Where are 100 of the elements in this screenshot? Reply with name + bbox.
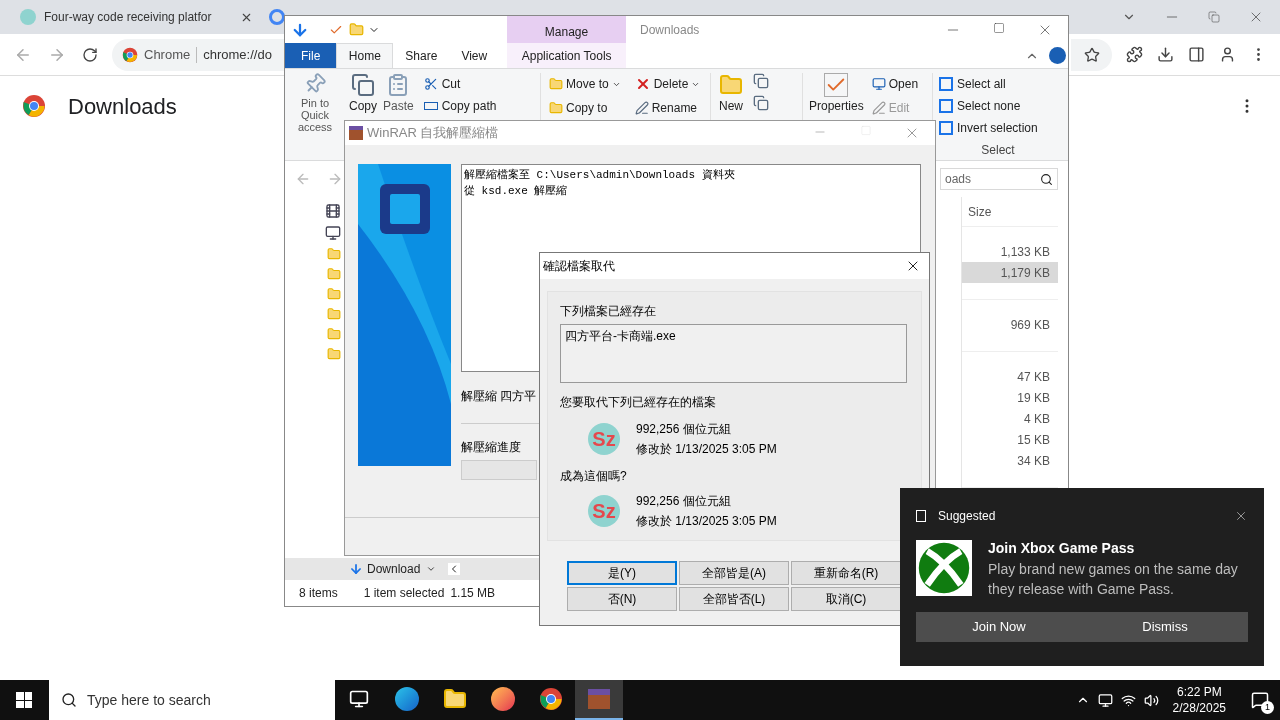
winrar-icon (349, 126, 363, 140)
dialog-button[interactable]: 重新命名(R) (791, 561, 901, 585)
file-size: 992,256 個位元組 (636, 421, 732, 438)
expand-icon[interactable] (426, 564, 437, 574)
easy-access-icon[interactable] (753, 95, 769, 111)
replace-question: 您要取代下列已經存在的檔案 (560, 394, 717, 411)
task-view-icon[interactable] (349, 689, 369, 709)
bookmark-button[interactable] (1071, 38, 1112, 71)
select-option[interactable]: Select all (957, 75, 1006, 93)
search-field[interactable]: oads (940, 168, 1058, 190)
file-modified: 修改於 1/13/2025 3:05 PM (636, 441, 777, 458)
notification-header: Suggested (938, 508, 996, 525)
videos-icon[interactable] (325, 203, 341, 219)
context-tab-group: Manage (544, 23, 589, 41)
copy-button[interactable]: Copy (349, 99, 377, 113)
network-icon[interactable] (1120, 692, 1136, 708)
chrome-logo (22, 94, 46, 118)
site-icon (122, 46, 138, 63)
copy-path-button[interactable]: Copy path (441, 97, 497, 115)
ribbon-tab[interactable]: File (285, 43, 337, 68)
volume-icon[interactable] (1143, 692, 1159, 708)
size-cell-text: 4 KB (1023, 410, 1051, 428)
column-header[interactable]: Size (968, 202, 992, 221)
new-folder-button[interactable]: New (719, 99, 743, 113)
exists-label: 下列檔案已經存在 (560, 303, 657, 320)
extensions-icon[interactable] (1126, 46, 1143, 63)
browser-tab[interactable]: Four-way code receiving platfor (44, 8, 212, 26)
ribbon-tab[interactable]: Share (393, 43, 450, 68)
download-icon[interactable] (1157, 46, 1174, 63)
meet-icon[interactable] (1097, 692, 1113, 708)
progress-label: 解壓縮進度 (461, 439, 521, 456)
scissors-icon[interactable] (423, 77, 438, 91)
delete-button[interactable]: Delete (653, 75, 689, 93)
file-modified: 修改於 1/13/2025 3:05 PM (636, 513, 777, 530)
notification-action[interactable]: Dismiss (1082, 612, 1248, 642)
window-title: WinRAR 自我解壓縮檔 (367, 124, 499, 143)
network-icon[interactable] (325, 225, 341, 241)
search-icon[interactable] (61, 692, 77, 708)
select-option[interactable]: Select none (957, 97, 1021, 115)
path-icon[interactable] (423, 102, 438, 110)
size-cell-text: 34 KB (1016, 452, 1051, 470)
clock[interactable]: 6:22 PM 2/28/2025 (1166, 684, 1232, 716)
current-file-label: 解壓縮 四方平 (461, 388, 537, 405)
select-icon[interactable] (939, 99, 953, 113)
size-cell: 1,179 KB (962, 262, 1058, 283)
bookmark-icon[interactable] (1083, 46, 1100, 63)
ribbon-tab[interactable]: Application Tools (507, 43, 627, 68)
page-title: Downloads (68, 92, 177, 121)
folder-icon[interactable] (443, 687, 467, 711)
rename-icon[interactable] (634, 101, 649, 115)
browser-icon[interactable] (395, 687, 419, 711)
tab-favicon (20, 9, 36, 25)
select-option[interactable]: Invert selection (957, 119, 1038, 137)
properties-button[interactable]: Properties (809, 99, 864, 113)
profile-icon[interactable] (1219, 46, 1236, 63)
size-cell-text: 969 KB (1009, 316, 1051, 334)
move-to-button[interactable]: Move to (566, 75, 609, 93)
firefox-icon[interactable] (491, 687, 515, 711)
copy-icon[interactable] (351, 73, 375, 97)
search-icon[interactable] (1040, 172, 1053, 186)
help-icon[interactable] (1049, 47, 1066, 64)
select-icon[interactable] (939, 77, 953, 91)
log-line: 解壓縮檔案至 C:\Users\admin\Downloads 資料夾 (464, 167, 736, 183)
size-cell-text: 1,133 KB (999, 243, 1051, 261)
select-icon[interactable] (939, 121, 953, 135)
ribbon-tab[interactable]: Home (336, 43, 394, 68)
address-bar[interactable]: Chrome chrome://do (112, 38, 286, 71)
dialog-button[interactable]: 全部皆否(L) (679, 587, 789, 611)
file-icon: Sz (588, 495, 620, 527)
start-icon[interactable] (16, 692, 32, 708)
new-item-icon[interactable] (753, 73, 769, 89)
dialog-button[interactable]: 全部皆是(A) (679, 561, 789, 585)
ribbon-tab[interactable]: View (449, 43, 500, 68)
reload-icon[interactable] (82, 46, 98, 63)
paste-button[interactable]: Paste (383, 99, 414, 113)
dialog-title: 確認檔案取代 (543, 258, 615, 275)
properties-large-icon[interactable] (824, 73, 849, 97)
open-button[interactable]: Open (888, 75, 919, 93)
notification-action[interactable]: Join Now (916, 612, 1082, 642)
file-size: 992,256 個位元組 (636, 493, 732, 510)
rename-button[interactable]: Rename (651, 99, 698, 117)
copy-to-button[interactable]: Copy to (566, 99, 608, 117)
size-cell-text: 15 KB (1016, 431, 1051, 449)
notification-body: Play brand new games on the same day they release with Game Pass. (988, 560, 1239, 599)
notification-title: Join Xbox Game Pass (988, 539, 1136, 558)
search-field[interactable]: Type here to search (49, 680, 335, 720)
side-panel-icon[interactable] (1188, 46, 1205, 63)
dialog-button[interactable]: 取消(C) (791, 587, 901, 611)
status-text: 1 item selected (363, 585, 445, 602)
dialog-button[interactable]: 是(Y) (567, 561, 677, 585)
scroll-left-icon[interactable] (448, 563, 461, 575)
size-cell-text: 19 KB (1016, 389, 1051, 407)
action-center-icon[interactable] (1251, 691, 1269, 709)
pin-button[interactable]: Pin to Quick access (287, 97, 343, 133)
nav-item[interactable]: Download (367, 560, 421, 578)
open-icon[interactable] (871, 77, 886, 91)
cut-button[interactable]: Cut (441, 75, 461, 93)
dialog-button[interactable]: 否(N) (567, 587, 677, 611)
xbox-logo (916, 538, 972, 598)
chrome-icon (539, 687, 563, 711)
